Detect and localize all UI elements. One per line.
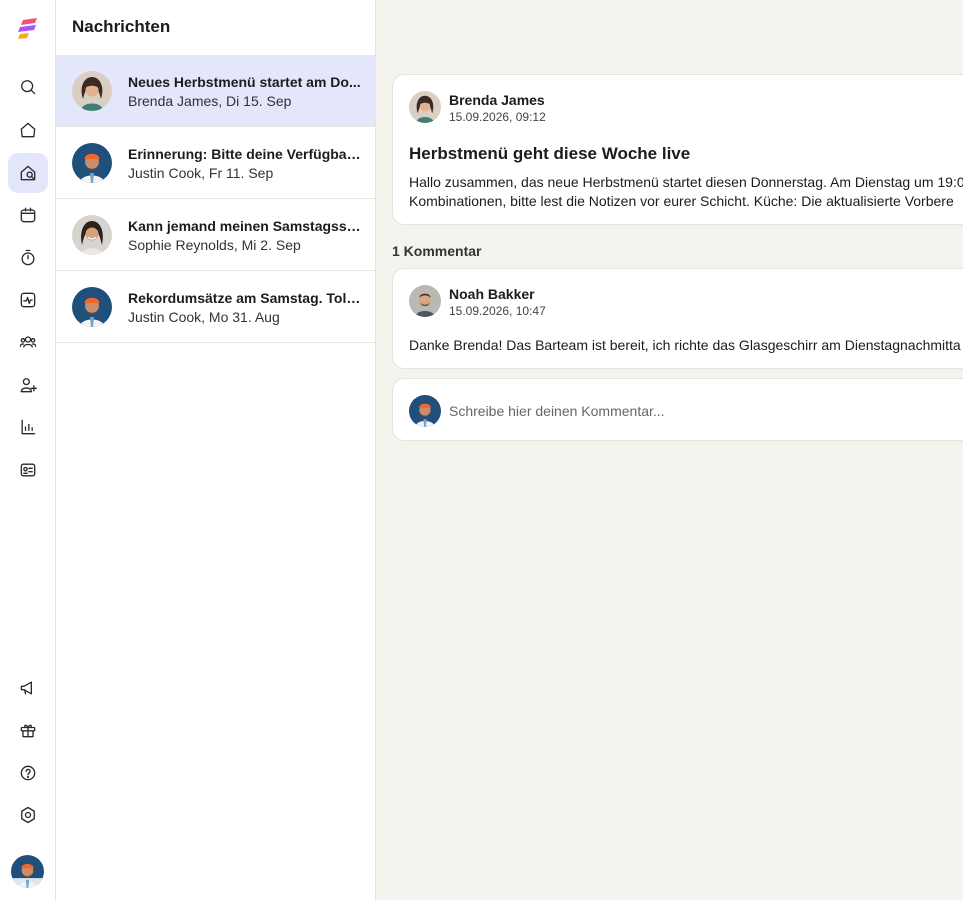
nav-announcements[interactable] (8, 668, 48, 708)
avatar-image (11, 855, 44, 888)
message-subject: Erinnerung: Bitte deine Verfügbar... (128, 146, 362, 162)
post-body-line: Kombinationen, bitte lest die Notizen vo… (409, 193, 954, 209)
comment-input[interactable] (449, 393, 949, 429)
nav-reports[interactable] (8, 407, 48, 447)
reports-icon (21, 419, 36, 435)
nav-gifts[interactable] (8, 710, 48, 750)
message-meta: Justin Cook, Fr 11. Sep (128, 165, 274, 181)
message-list-item[interactable]: Erinnerung: Bitte deine Verfügbar... Jus… (56, 127, 375, 199)
home-icon (20, 122, 36, 138)
calendar-icon (20, 207, 36, 223)
page-title: Nachrichten (72, 17, 171, 36)
sender-avatar (72, 215, 112, 255)
comment-body: Danke Brenda! Das Barteam ist bereit, ic… (409, 337, 961, 353)
sender-avatar (72, 287, 112, 327)
message-list-item[interactable]: Neues Herbstmenü startet am Do... Brenda… (56, 55, 375, 127)
gift-icon (20, 724, 36, 738)
nav-timer[interactable] (8, 238, 48, 278)
post-body: Hallo zusammen, das neue Herbstmenü star… (409, 173, 963, 211)
current-user-avatar[interactable] (11, 855, 44, 888)
commenter-avatar (409, 285, 441, 317)
message-meta: Sophie Reynolds, Mi 2. Sep (128, 237, 301, 253)
nav-rail (0, 0, 56, 900)
sender-avatar (72, 71, 112, 111)
messages-icon (20, 165, 36, 181)
settings-icon (21, 806, 35, 824)
help-icon (20, 765, 36, 781)
timer-icon (21, 249, 35, 266)
nav-id-card[interactable] (8, 450, 48, 490)
nav-search[interactable] (8, 67, 48, 107)
nav-home[interactable] (8, 110, 48, 150)
message-list-panel: Nachrichten Neues Herbstmenü startet am … (56, 0, 376, 900)
post-card: Brenda James 15.09.2026, 09:12 Herbstmen… (392, 74, 963, 225)
post-title: Herbstmenü geht diese Woche live (409, 144, 691, 163)
nav-calendar[interactable] (8, 195, 48, 235)
activity-icon (20, 292, 36, 308)
nav-help[interactable] (8, 753, 48, 793)
comment-count: 1 Kommentar (392, 243, 482, 259)
post-author: Brenda James (449, 92, 545, 108)
search-icon (21, 80, 36, 95)
author-avatar (409, 91, 441, 123)
sender-avatar (72, 143, 112, 183)
message-subject: Rekordumsätze am Samstag. Tolle... (128, 290, 362, 306)
message-meta: Brenda James, Di 15. Sep (128, 93, 292, 109)
nav-messages[interactable] (8, 153, 48, 193)
megaphone-icon (20, 681, 32, 695)
team-icon (19, 336, 37, 348)
nav-add-user[interactable] (8, 365, 48, 405)
comment-date: 15.09.2026, 10:47 (449, 304, 546, 318)
nav-team[interactable] (8, 322, 48, 362)
message-list-item[interactable]: Kann jemand meinen Samstagssc... Sophie … (56, 199, 375, 271)
message-subject: Neues Herbstmenü startet am Do... (128, 74, 361, 90)
comment-card: Noah Bakker 15.09.2026, 10:47 Danke Bren… (392, 268, 963, 369)
app-logo[interactable] (17, 18, 39, 40)
comment-author: Noah Bakker (449, 286, 535, 302)
current-user-avatar (409, 395, 441, 427)
add-user-icon (20, 378, 37, 393)
id-card-icon (20, 463, 36, 477)
message-meta: Justin Cook, Mo 31. Aug (128, 309, 280, 325)
message-subject: Kann jemand meinen Samstagssc... (128, 218, 362, 234)
message-list-item[interactable]: Rekordumsätze am Samstag. Tolle... Justi… (56, 271, 375, 343)
nav-activity[interactable] (8, 280, 48, 320)
nav-settings[interactable] (8, 795, 48, 835)
post-body-line: Hallo zusammen, das neue Herbstmenü star… (409, 174, 963, 190)
comment-composer (392, 378, 963, 441)
post-date: 15.09.2026, 09:12 (449, 110, 546, 124)
